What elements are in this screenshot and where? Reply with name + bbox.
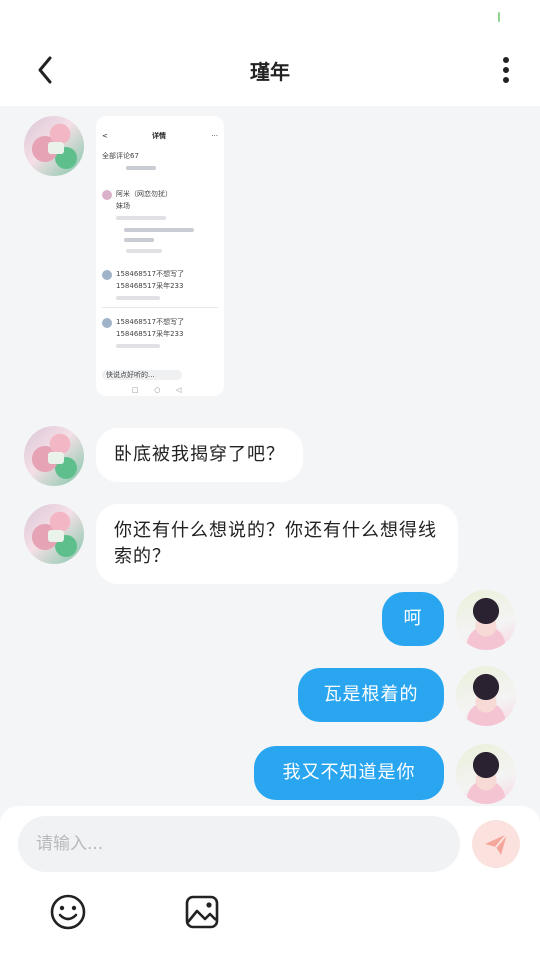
more-button[interactable]	[494, 52, 518, 88]
chat-header: 瑾年	[0, 34, 540, 106]
send-icon	[485, 833, 508, 855]
avatar[interactable]	[456, 744, 516, 804]
composer	[0, 806, 540, 960]
message-bubble[interactable]: 呵	[382, 592, 444, 646]
screenshot-comment-author: 阿米（网恋勿扰）	[116, 190, 172, 198]
avatar[interactable]	[456, 590, 516, 650]
avatar[interactable]	[24, 504, 84, 564]
avatar[interactable]	[24, 116, 84, 176]
screenshot-comment-text: 妹场	[116, 202, 130, 210]
screenshot-comment-count: 全部评论67	[102, 152, 139, 160]
message-bubble[interactable]: 卧底被我揭穿了吧？	[96, 428, 303, 482]
chat-title: 瑾年	[250, 60, 290, 84]
message-list[interactable]: < 详情 ··· 全部评论67 阿米（网恋勿扰） 妹场 158468517不想写…	[0, 106, 540, 806]
image-button[interactable]	[182, 892, 222, 932]
screenshot-title: 详情	[152, 132, 166, 140]
avatar[interactable]	[456, 666, 516, 726]
message-input[interactable]	[18, 816, 460, 872]
more-vertical-icon	[503, 57, 509, 83]
shared-screenshot[interactable]: < 详情 ··· 全部评论67 阿米（网恋勿扰） 妹场 158468517不想写…	[96, 116, 224, 396]
send-button[interactable]	[472, 820, 520, 868]
avatar[interactable]	[24, 426, 84, 486]
message-bubble[interactable]: 你还有什么想说的？你还有什么想得线索的？	[96, 504, 458, 584]
status-bar	[0, 0, 540, 34]
emoji-button[interactable]	[48, 892, 88, 932]
message-bubble[interactable]: 瓦是根着的	[298, 668, 444, 722]
message-bubble[interactable]: 我又不知道是你	[254, 746, 444, 800]
screenshot-input-placeholder: 快说点好听的...	[106, 371, 155, 379]
image-icon	[185, 895, 219, 929]
smiley-icon	[50, 894, 86, 930]
status-indicator	[498, 12, 500, 22]
